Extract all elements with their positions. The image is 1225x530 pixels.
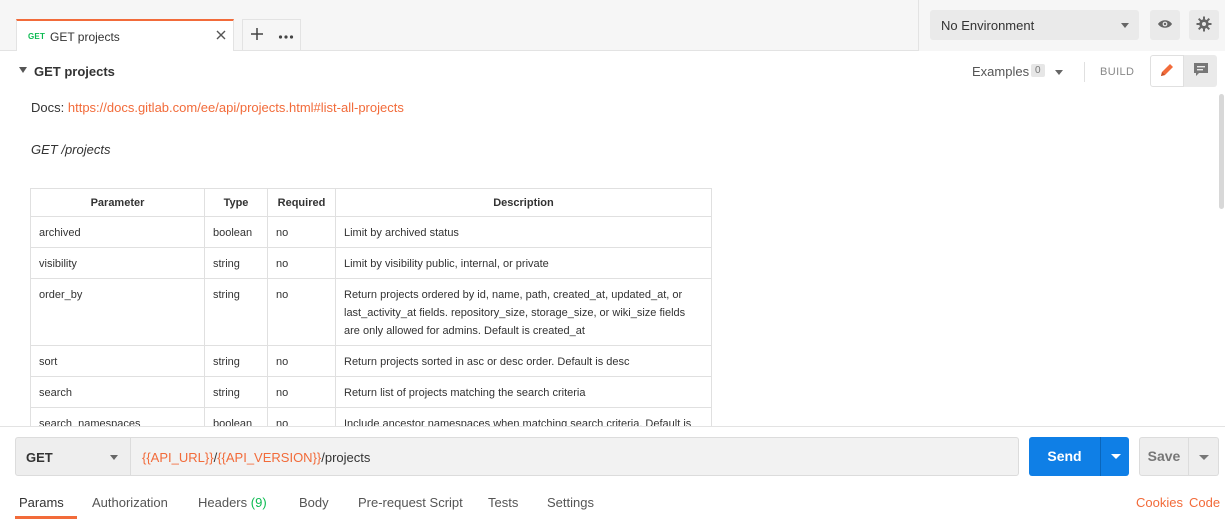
column-header-required: Required <box>267 188 336 217</box>
request-tabs: Params Authorization Headers (9) Body Pr… <box>0 486 1225 530</box>
tab-settings[interactable]: Settings <box>547 495 594 510</box>
param-type: boolean <box>204 216 268 248</box>
param-required: no <box>267 376 336 408</box>
tab-body[interactable]: Body <box>299 495 329 510</box>
param-type: string <box>204 345 268 377</box>
cookies-link[interactable]: Cookies <box>1136 495 1183 510</box>
tab-headers[interactable]: Headers (9) <box>198 495 267 510</box>
save-button[interactable]: Save <box>1139 437 1189 476</box>
url-path: /projects <box>321 450 371 465</box>
param-required: no <box>267 407 336 426</box>
table-viewport: Parameter Type Required Description arch… <box>0 0 1225 426</box>
param-type: boolean <box>204 407 268 426</box>
column-header-type: Type <box>204 188 268 217</box>
http-method-label: GET <box>26 450 53 465</box>
send-options-button[interactable] <box>1100 437 1129 476</box>
param-name: sort <box>30 345 205 377</box>
tab-authorization[interactable]: Authorization <box>92 495 168 510</box>
divider <box>0 426 1225 427</box>
active-tab-indicator <box>15 516 77 519</box>
param-name: search <box>30 376 205 408</box>
table-row: search_namespaces boolean no Include anc… <box>30 407 712 426</box>
parameters-table: Parameter Type Required Description arch… <box>30 188 712 426</box>
table-row: search string no Return list of projects… <box>30 376 712 408</box>
tab-params[interactable]: Params <box>19 495 64 510</box>
param-type: string <box>204 376 268 408</box>
param-type: string <box>204 247 268 279</box>
table-row: order_by string no Return projects order… <box>30 278 712 346</box>
save-options-button[interactable] <box>1189 437 1219 476</box>
param-description: Limit by archived status <box>335 216 712 248</box>
param-name: search_namespaces <box>30 407 205 426</box>
param-description: Return list of projects matching the sea… <box>335 376 712 408</box>
param-name: archived <box>30 216 205 248</box>
headers-count-badge: (9) <box>250 495 267 510</box>
table-row: archived boolean no Limit by archived st… <box>30 216 712 248</box>
request-url-input[interactable]: {{API_URL}}/{{API_VERSION}}/projects <box>130 437 1019 476</box>
tab-tests[interactable]: Tests <box>488 495 518 510</box>
param-description: Include ancestor namespaces when matchin… <box>335 407 712 426</box>
table-row: sort string no Return projects sorted in… <box>30 345 712 377</box>
table-header-row: Parameter Type Required Description <box>30 188 712 217</box>
http-method-select[interactable]: GET <box>15 437 131 476</box>
column-header-parameter: Parameter <box>30 188 205 217</box>
url-variable-api-url: {{API_URL}} <box>142 450 214 465</box>
tab-pre-request-script[interactable]: Pre-request Script <box>358 495 463 510</box>
chevron-down-icon <box>1111 454 1121 459</box>
param-description: Return projects ordered by id, name, pat… <box>335 278 712 346</box>
param-required: no <box>267 278 336 346</box>
param-required: no <box>267 247 336 279</box>
url-variable-api-version: {{API_VERSION}} <box>217 450 322 465</box>
chevron-down-icon <box>110 455 118 460</box>
param-required: no <box>267 216 336 248</box>
chevron-down-icon <box>1199 455 1209 460</box>
column-header-description: Description <box>335 188 712 217</box>
tab-headers-label: Headers <box>198 495 248 510</box>
send-button[interactable]: Send <box>1029 437 1100 476</box>
param-name: visibility <box>30 247 205 279</box>
code-link[interactable]: Code <box>1189 495 1220 510</box>
param-description: Limit by visibility public, internal, or… <box>335 247 712 279</box>
param-description: Return projects sorted in asc or desc or… <box>335 345 712 377</box>
param-name: order_by <box>30 278 205 346</box>
table-row: visibility string no Limit by visibility… <box>30 247 712 279</box>
param-type: string <box>204 278 268 346</box>
param-required: no <box>267 345 336 377</box>
